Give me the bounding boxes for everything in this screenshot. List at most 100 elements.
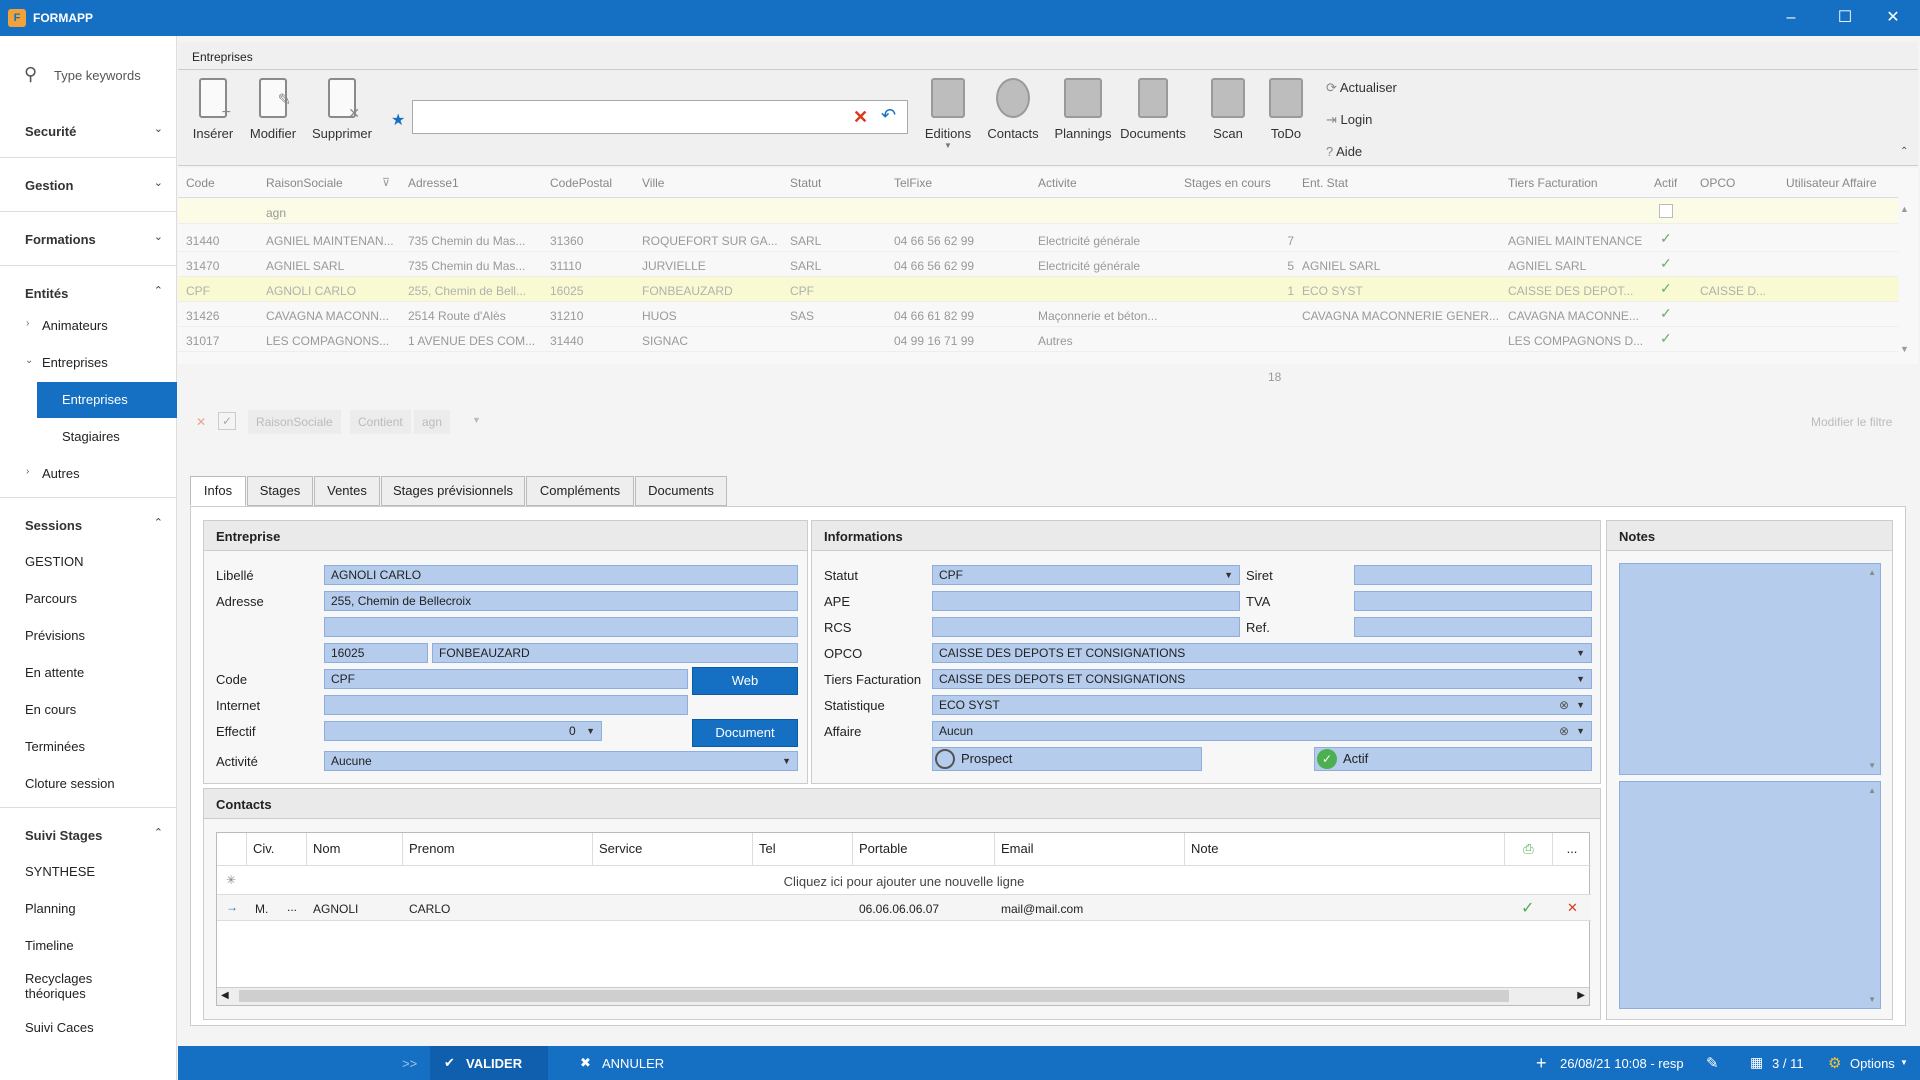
col-tiers-facturation[interactable]: Tiers Facturation (1508, 176, 1598, 196)
sidebar-search[interactable]: ⚲ Type keywords (20, 64, 170, 88)
login-button[interactable]: ⇥ Login (1326, 112, 1372, 128)
col-utilisateur-affaire[interactable]: Utilisateur Affaire (1786, 176, 1877, 196)
minimize-icon[interactable]: – (1764, 0, 1818, 36)
col-prenom[interactable]: Prenom (403, 833, 593, 865)
table-row-selected[interactable]: CPF AGNOLI CARLO 255, Chemin de Bell... … (178, 277, 1898, 302)
scroll-up-icon[interactable]: ▲ (1868, 568, 1876, 577)
col-ent-stat[interactable]: Ent. Stat (1302, 176, 1348, 196)
col-ville[interactable]: Ville (642, 176, 664, 196)
col-portable[interactable]: Portable (853, 833, 995, 865)
tiers-select[interactable]: CAISSE DES DEPOTS ET CONSIGNATIONS ▼ (932, 669, 1592, 689)
tab-ventes[interactable]: Ventes (314, 476, 380, 506)
document-button[interactable]: Document (692, 719, 798, 747)
col-adresse1[interactable]: Adresse1 (408, 176, 459, 196)
sidebar-item-autres[interactable]: › Autres (0, 456, 177, 498)
scroll-down-icon[interactable]: ▼ (1900, 344, 1909, 354)
scroll-left-icon[interactable]: ◀ (221, 990, 229, 1001)
adresse1-field[interactable]: 255, Chemin de Bellecroix (324, 591, 798, 611)
grid-filter-row[interactable]: agn (178, 199, 1898, 224)
col-statut[interactable]: Statut (790, 176, 821, 196)
col-actif[interactable]: Actif (1654, 176, 1677, 196)
internet-field[interactable] (324, 695, 688, 715)
documents-button[interactable]: Documents (1118, 78, 1188, 158)
actif-toggle[interactable]: ✓ Actif (1314, 747, 1592, 771)
filter-icon[interactable]: ⊽ (382, 176, 390, 189)
code-field[interactable]: CPF (324, 669, 688, 689)
ref-field[interactable] (1354, 617, 1592, 637)
ribbon-search-input[interactable]: ✕ ↶ (412, 100, 908, 134)
sidebar-item-timeline[interactable]: Timeline (0, 928, 177, 964)
undo-icon[interactable]: ↶ (881, 105, 896, 126)
effectif-field[interactable]: 0 ▼ (324, 721, 602, 741)
new-row[interactable]: ✳ Cliquez ici pour ajouter une nouvelle … (217, 865, 1591, 895)
sidebar-item-recyclages[interactable]: Recyclages théoriques (0, 965, 177, 1007)
chevron-down-icon[interactable]: ▼ (1900, 1058, 1908, 1067)
validate-button[interactable]: ✔ VALIDER (430, 1046, 548, 1080)
expand-button[interactable]: >> (402, 1056, 417, 1071)
clear-icon[interactable]: ⊗ (1559, 696, 1569, 714)
clear-filter-icon[interactable]: ✕ (196, 415, 206, 429)
group-gestion[interactable]: Gestion ⌄ (0, 162, 177, 212)
scroll-up-icon[interactable]: ▲ (1900, 204, 1909, 214)
activite-select[interactable]: Aucune ▼ (324, 751, 798, 771)
filter-operator[interactable]: Contient (350, 410, 411, 434)
check-icon[interactable]: ✓ (1521, 898, 1534, 918)
table-row[interactable]: 31426 CAVAGNA MACONN... 2514 Route d'Alè… (178, 302, 1898, 327)
col-service[interactable]: Service (593, 833, 753, 865)
gear-icon[interactable]: ⚙ (1828, 1054, 1841, 1072)
tab-stages[interactable]: Stages (247, 476, 313, 506)
star-icon[interactable]: ★ (391, 110, 405, 130)
sidebar-item-entreprises[interactable]: Entreprises (37, 382, 177, 418)
table-row[interactable]: → M. ... AGNOLI CARLO 06.06.06.06.07 mai… (217, 895, 1591, 921)
sidebar-item-entreprises-folder[interactable]: ⌄ Entreprises (0, 345, 177, 381)
edit-filter-link[interactable]: Modifier le filtre (1811, 415, 1892, 429)
help-button[interactable]: ? Aide (1326, 144, 1362, 159)
tab-stages-previsionnels[interactable]: Stages prévisionnels (381, 476, 525, 506)
sidebar-item-planning[interactable]: Planning (0, 891, 177, 927)
siret-field[interactable] (1354, 565, 1592, 585)
col-note[interactable]: Note (1185, 833, 1505, 865)
filter-value[interactable]: agn (414, 410, 451, 434)
print-contacts-icon[interactable]: ⎙ (1505, 833, 1553, 865)
affaire-select[interactable]: Aucun ⊗ ▼ (932, 721, 1592, 741)
delete-button[interactable]: ✕ Supprimer (302, 78, 382, 158)
sidebar-item-previsions[interactable]: Prévisions (0, 618, 177, 654)
horizontal-scrollbar[interactable]: ◀ ▶ (217, 987, 1589, 1005)
sidebar-item-stagiaires[interactable]: Stagiaires (0, 419, 177, 455)
add-icon[interactable]: + (1536, 1053, 1547, 1074)
sidebar-item-cloture-session[interactable]: Cloture session (0, 766, 177, 808)
maximize-icon[interactable]: ☐ (1818, 0, 1872, 36)
delete-row-icon[interactable]: ✕ (1567, 900, 1578, 916)
prospect-toggle[interactable]: Prospect (932, 747, 1202, 771)
chevron-down-icon[interactable]: ▼ (586, 722, 595, 740)
scroll-down-icon[interactable]: ▼ (1868, 995, 1876, 1004)
col-tel[interactable]: Tel (753, 833, 853, 865)
filter-checkbox[interactable] (1659, 204, 1673, 218)
col-code[interactable]: Code (186, 176, 215, 196)
sidebar-item-gestion[interactable]: GESTION (0, 544, 177, 580)
document-tab[interactable]: Entreprises (178, 42, 1918, 70)
plannings-button[interactable]: Plannings (1048, 78, 1118, 158)
filter-field[interactable]: RaisonSociale (248, 410, 341, 434)
sidebar-item-en-cours[interactable]: En cours (0, 692, 177, 728)
group-formations[interactable]: Formations ⌄ (0, 216, 177, 266)
close-icon[interactable]: ✕ (1866, 0, 1920, 36)
contacts-button[interactable]: Contacts (978, 78, 1048, 158)
opco-select[interactable]: CAISSE DES DEPOTS ET CONSIGNATIONS ▼ (932, 643, 1592, 663)
rcs-field[interactable] (932, 617, 1240, 637)
tab-complements[interactable]: Compléments (526, 476, 634, 506)
collapse-ribbon-icon[interactable]: ⌃ (1900, 146, 1908, 157)
table-row[interactable]: 31440 AGNIEL MAINTENAN... 735 Chemin du … (178, 227, 1898, 252)
web-button[interactable]: Web (692, 667, 798, 695)
todo-button[interactable]: ToDo (1251, 78, 1321, 158)
clear-icon[interactable]: ⊗ (1559, 722, 1569, 740)
col-activite[interactable]: Activite (1038, 176, 1077, 196)
sidebar-item-suivi-caces[interactable]: Suivi Caces (0, 1010, 177, 1046)
statistique-select[interactable]: ECO SYST ⊗ ▼ (932, 695, 1592, 715)
col-codepostal[interactable]: CodePostal (550, 176, 612, 196)
sidebar-item-en-attente[interactable]: En attente (0, 655, 177, 691)
search-input[interactable]: Type keywords (54, 68, 141, 83)
ville-field[interactable]: FONBEAUZARD (432, 643, 798, 663)
pencil-icon[interactable]: ✎ (1706, 1054, 1719, 1072)
col-email[interactable]: Email (995, 833, 1185, 865)
